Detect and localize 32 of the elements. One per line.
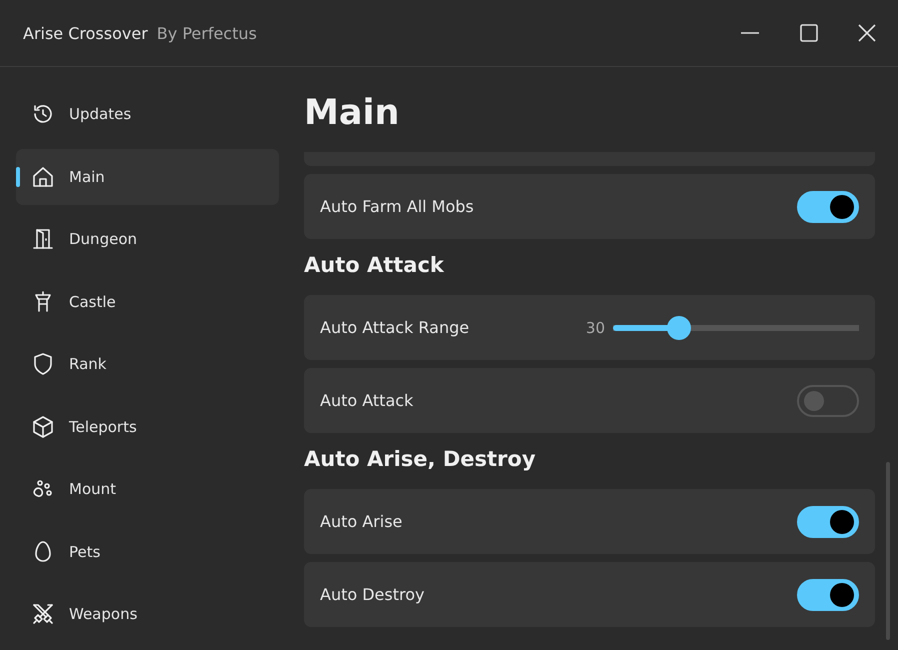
option-label: Auto Arise [320, 512, 402, 531]
sidebar-item[interactable]: Main [16, 148, 279, 204]
sidebar-item[interactable]: Updates [16, 86, 279, 142]
sidebar-item[interactable]: Weapons [16, 586, 279, 642]
sidebar-item[interactable]: Mount [16, 461, 279, 517]
option-label: Auto Attack Range [320, 318, 470, 337]
window-subtitle: By Perfectus [156, 24, 257, 42]
house-icon [31, 164, 55, 188]
section-heading: Auto Arise, Destroy [304, 446, 537, 473]
slider-thumb[interactable] [667, 316, 692, 340]
section-heading: Auto Attack [304, 252, 445, 279]
option-label: Auto Destroy [320, 585, 424, 604]
toggle-switch[interactable] [797, 190, 859, 222]
page-title: Main [304, 92, 400, 135]
window-title: Arise Crossover [23, 24, 148, 42]
shield-icon [31, 352, 55, 376]
sidebar-item[interactable]: Teleports [16, 398, 279, 454]
cube-icon [31, 414, 55, 438]
maximize-icon[interactable] [800, 24, 818, 42]
sidebar-item[interactable]: Rank [16, 336, 279, 392]
slider-value: 30 [586, 318, 605, 336]
toggle-switch[interactable] [797, 384, 859, 416]
option-label: Auto Attack [320, 391, 414, 410]
toggle-switch[interactable] [797, 506, 859, 538]
option-label: Auto Farm All Mobs [320, 197, 474, 216]
sidebar-item[interactable]: Castle [16, 274, 279, 330]
sidebar-item[interactable]: Dungeon [16, 211, 279, 267]
toggle-switch[interactable] [797, 578, 859, 610]
sidebar-item[interactable]: Pets [16, 524, 279, 580]
swords-icon [31, 602, 55, 626]
door-icon [31, 227, 55, 251]
close-icon[interactable] [858, 24, 876, 42]
